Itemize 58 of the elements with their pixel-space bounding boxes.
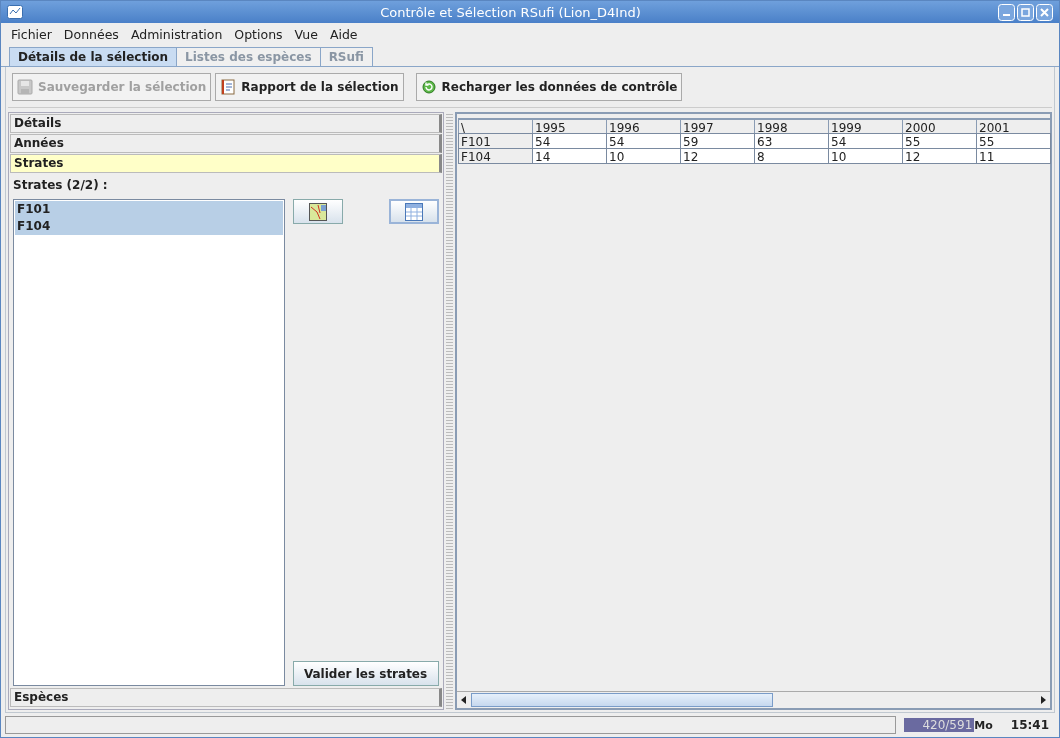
table-cell: 54: [532, 133, 607, 149]
app-icon: [7, 5, 23, 19]
table-icon: [404, 202, 423, 221]
table-cell: 12: [680, 148, 755, 164]
table-cell: 59: [680, 133, 755, 149]
column-header[interactable]: 2000: [902, 118, 977, 134]
table-button[interactable]: [388, 199, 439, 224]
section-header[interactable]: Strates: [10, 154, 442, 173]
menu-item[interactable]: Fichier: [5, 26, 58, 42]
menu-item[interactable]: Administration: [124, 26, 229, 42]
table-cell: 11: [976, 148, 1051, 164]
table-cell: 63: [754, 133, 829, 149]
table-cell: 55: [902, 133, 977, 149]
table-cell: 55: [976, 133, 1051, 149]
clock: 15:41: [1010, 718, 1049, 732]
list-item[interactable]: F101: [15, 201, 283, 218]
column-header[interactable]: 1998: [754, 118, 829, 134]
minimize-icon: [998, 3, 1015, 21]
table-cell: 54: [828, 133, 903, 149]
table-cell: 10: [828, 148, 903, 164]
horizontal-scrollbar[interactable]: [457, 691, 1050, 708]
map-icon: [308, 202, 327, 221]
tab[interactable]: Détails de la sélection: [9, 47, 178, 66]
column-header[interactable]: 2001: [976, 118, 1051, 134]
menu-item[interactable]: Options: [228, 26, 289, 42]
menu-item[interactable]: Aide: [323, 26, 364, 42]
table-cell: 14: [532, 148, 607, 164]
maximize-icon: [1017, 3, 1034, 21]
list-label: Strates (2/2) :: [13, 178, 109, 192]
validate-button[interactable]: Valider les strates: [292, 661, 439, 686]
section-header[interactable]: Espèces: [10, 688, 442, 707]
close-icon: [1036, 3, 1053, 21]
section-header[interactable]: Détails: [10, 114, 442, 133]
column-header[interactable]: 1997: [680, 118, 755, 134]
row-header: F101: [458, 133, 533, 149]
menu-item[interactable]: Données: [57, 26, 125, 42]
scroll-thumb[interactable]: [471, 693, 773, 707]
memory-usage: 420/591: [904, 718, 975, 732]
map-button[interactable]: [292, 199, 343, 224]
window-title: Contrôle et Sélection RSufi (Lion_D4Ind): [379, 4, 642, 20]
table-cell: 54: [606, 133, 681, 149]
splitter[interactable]: [445, 112, 453, 710]
column-header[interactable]: 1996: [606, 118, 681, 134]
column-header[interactable]: 1999: [828, 118, 903, 134]
row-header: F104: [458, 148, 533, 164]
toolbar-button[interactable]: Recharger les données de contrôle: [415, 73, 683, 101]
memory-unit: Mo: [974, 718, 993, 732]
table-cell: 12: [902, 148, 977, 164]
column-header[interactable]: 1995: [532, 118, 607, 134]
column-header: \: [458, 118, 533, 134]
list-item[interactable]: F104: [15, 218, 283, 235]
document-icon: [220, 79, 237, 95]
menu-item[interactable]: Vue: [288, 26, 324, 42]
table-cell: 8: [754, 148, 829, 164]
toolbar-button[interactable]: Rapport de la sélection: [215, 73, 404, 101]
reload-icon: [420, 79, 437, 95]
table-cell: 10: [606, 148, 681, 164]
section-header[interactable]: Années: [10, 134, 442, 153]
